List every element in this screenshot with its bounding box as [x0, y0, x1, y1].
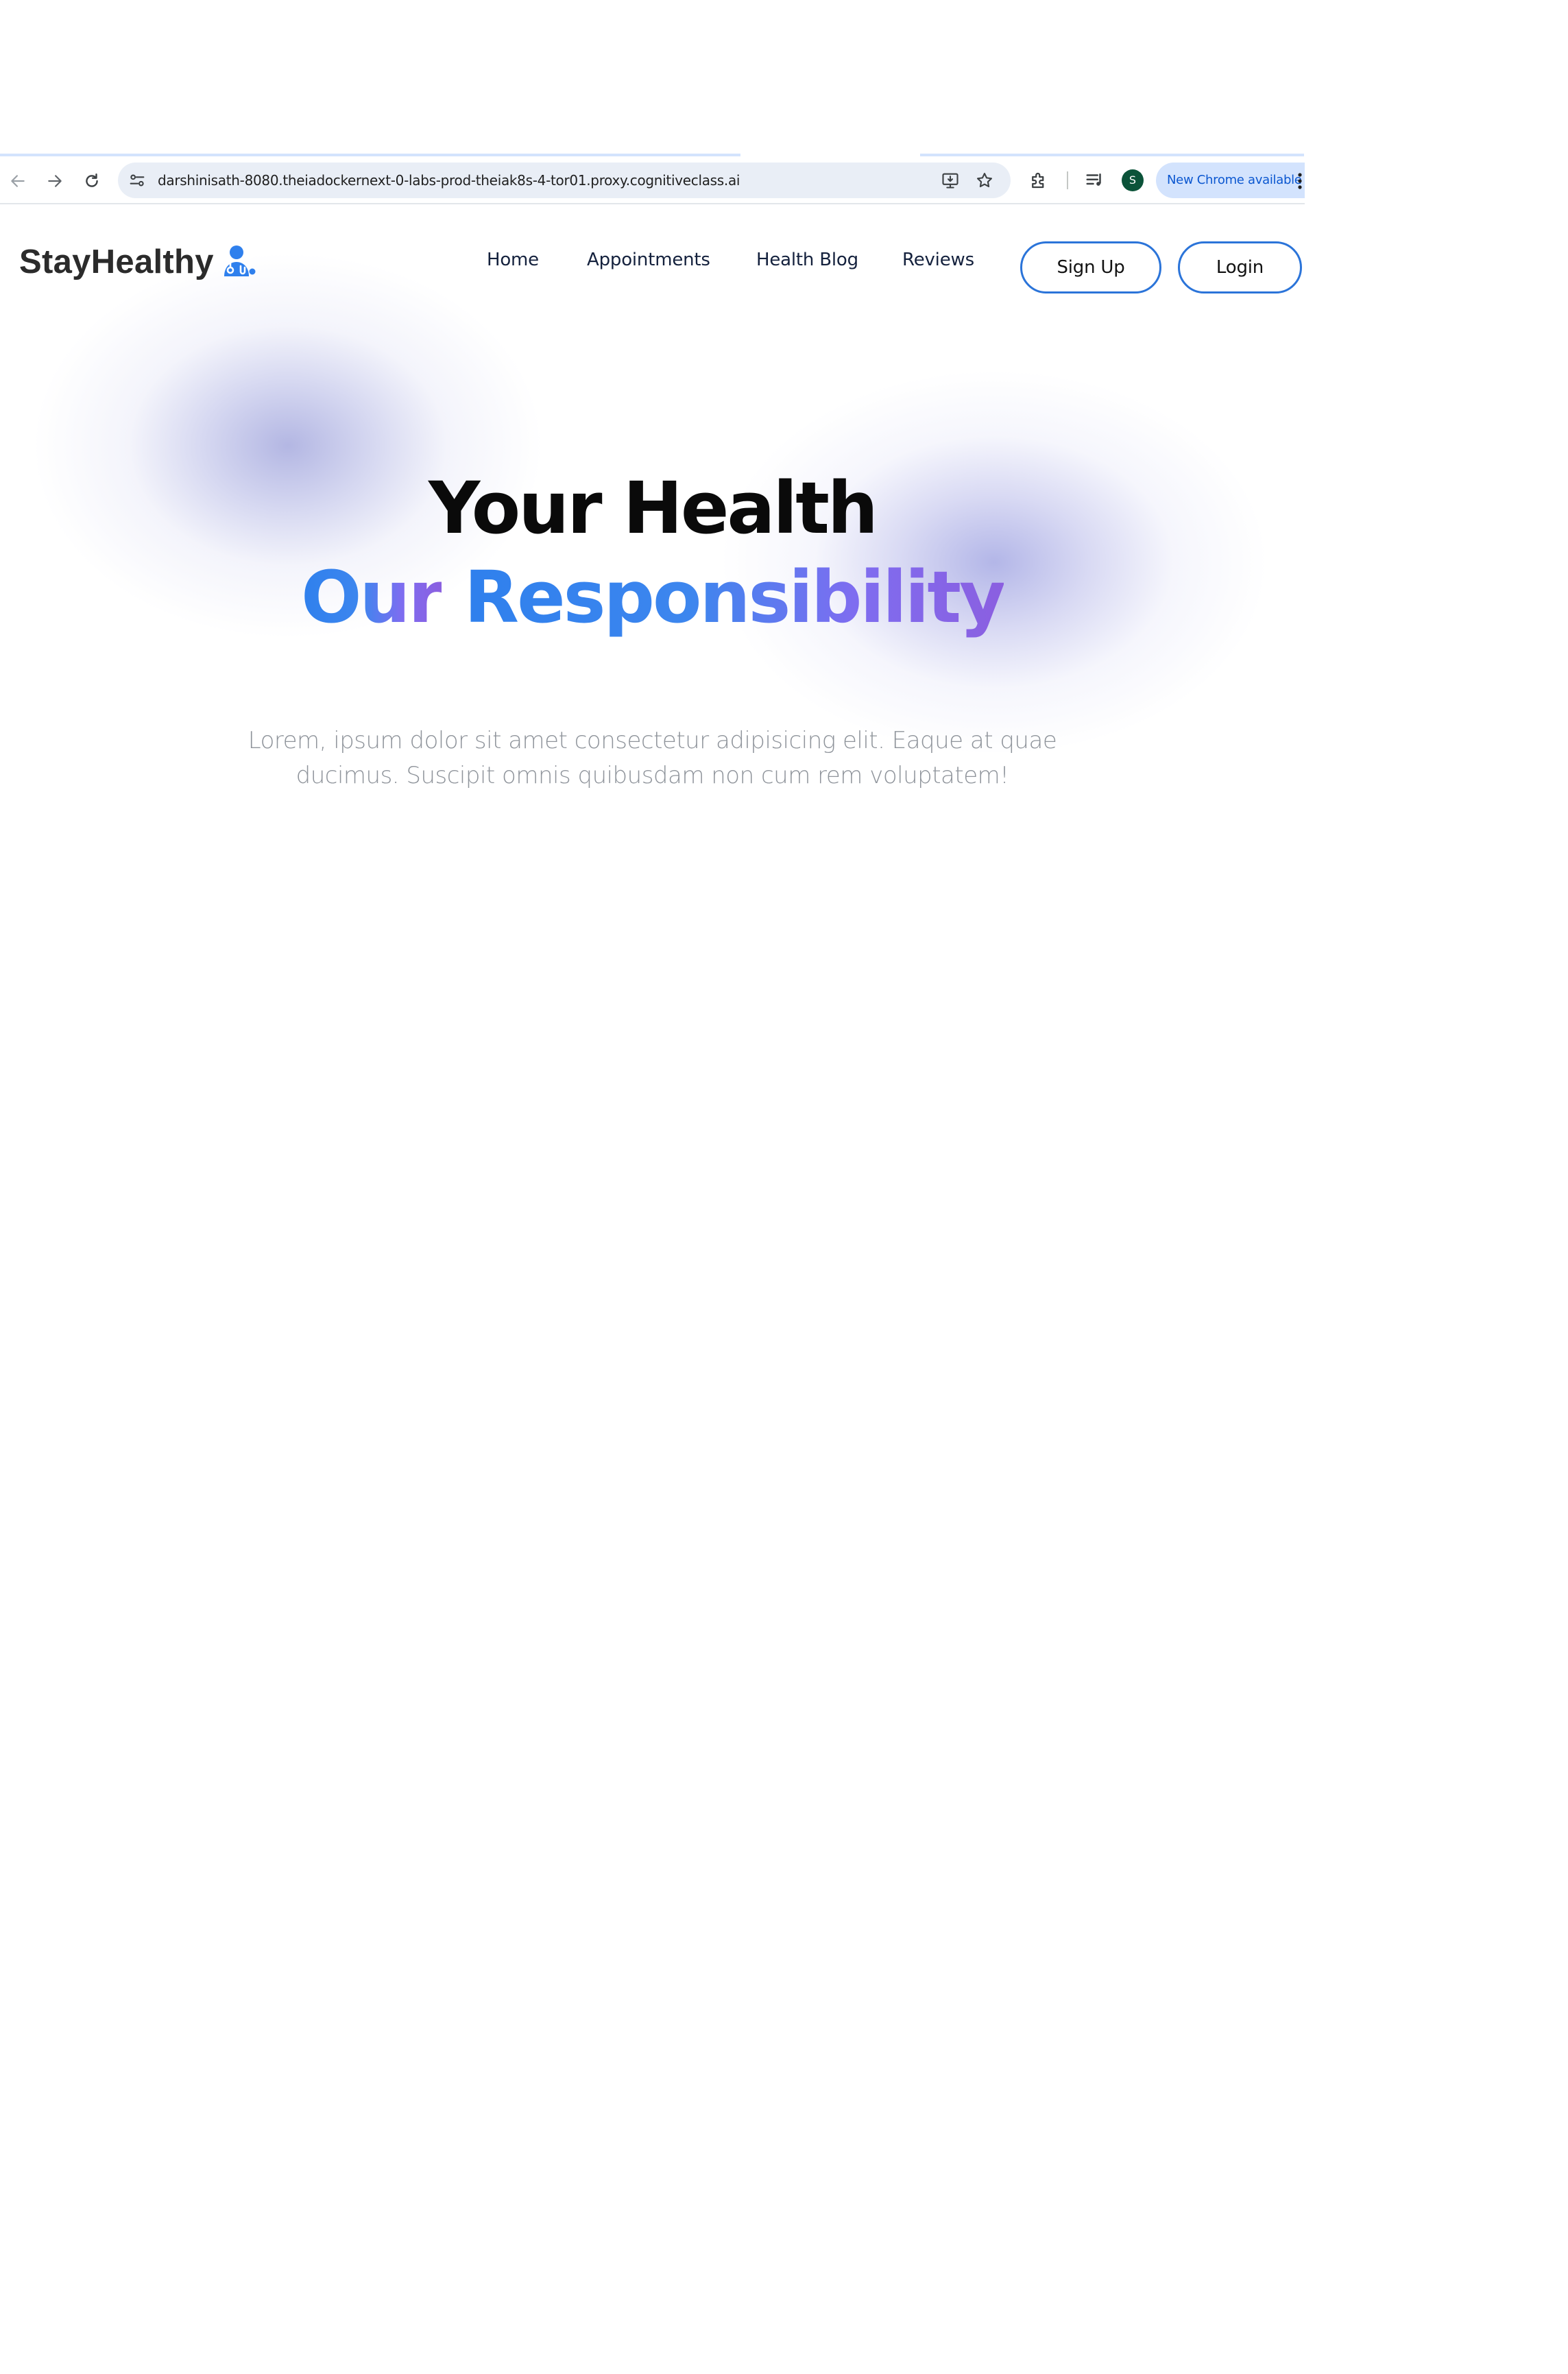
nav-health-blog[interactable]: Health Blog — [756, 250, 858, 270]
playlist-icon[interactable] — [1085, 170, 1105, 191]
hero-title-word-our: Our — [301, 555, 444, 639]
site-navbar: StayHealthy Home Appointments Health Blo… — [0, 206, 1305, 326]
nav-appointments[interactable]: Appointments — [587, 250, 710, 270]
nav-reviews[interactable]: Reviews — [902, 250, 974, 270]
url-text[interactable]: darshinisath-8080.theiadockernext-0-labs… — [158, 163, 740, 198]
update-chrome-button[interactable]: New Chrome available — [1156, 163, 1305, 198]
web-page: StayHealthy Home Appointments Health Blo… — [0, 206, 1305, 2374]
update-chrome-label: New Chrome available — [1167, 173, 1302, 187]
more-vertical-icon[interactable] — [1297, 172, 1303, 190]
tune-icon[interactable] — [128, 171, 147, 190]
arrow-right-icon[interactable] — [40, 166, 70, 196]
hero-title-line1: Your Health — [429, 466, 878, 550]
arrow-left-icon[interactable] — [3, 166, 33, 196]
hero-title-line2: Our Responsibility — [0, 555, 1305, 639]
hero-title-word-responsibility: Responsibility — [464, 555, 1006, 639]
hero-description: Lorem, ipsum dolor sit amet consectetur … — [248, 727, 1057, 789]
star-icon[interactable] — [975, 171, 994, 190]
browser-toolbar: darshinisath-8080.theiadockernext-0-labs… — [0, 156, 1305, 204]
doctor-icon — [224, 245, 256, 276]
reload-icon[interactable] — [77, 166, 107, 196]
profile-avatar[interactable]: S — [1122, 169, 1144, 191]
toolbar-divider — [1067, 171, 1068, 189]
address-bar[interactable]: darshinisath-8080.theiadockernext-0-labs… — [118, 163, 1011, 198]
login-button[interactable]: Login — [1178, 241, 1302, 293]
sign-up-button[interactable]: Sign Up — [1020, 241, 1161, 293]
puzzle-icon[interactable] — [1028, 170, 1049, 191]
nav-home[interactable]: Home — [487, 250, 539, 270]
brand-name: StayHealthy — [19, 243, 214, 280]
site-logo[interactable]: StayHealthy — [19, 243, 258, 281]
install-app-icon[interactable] — [941, 171, 960, 190]
